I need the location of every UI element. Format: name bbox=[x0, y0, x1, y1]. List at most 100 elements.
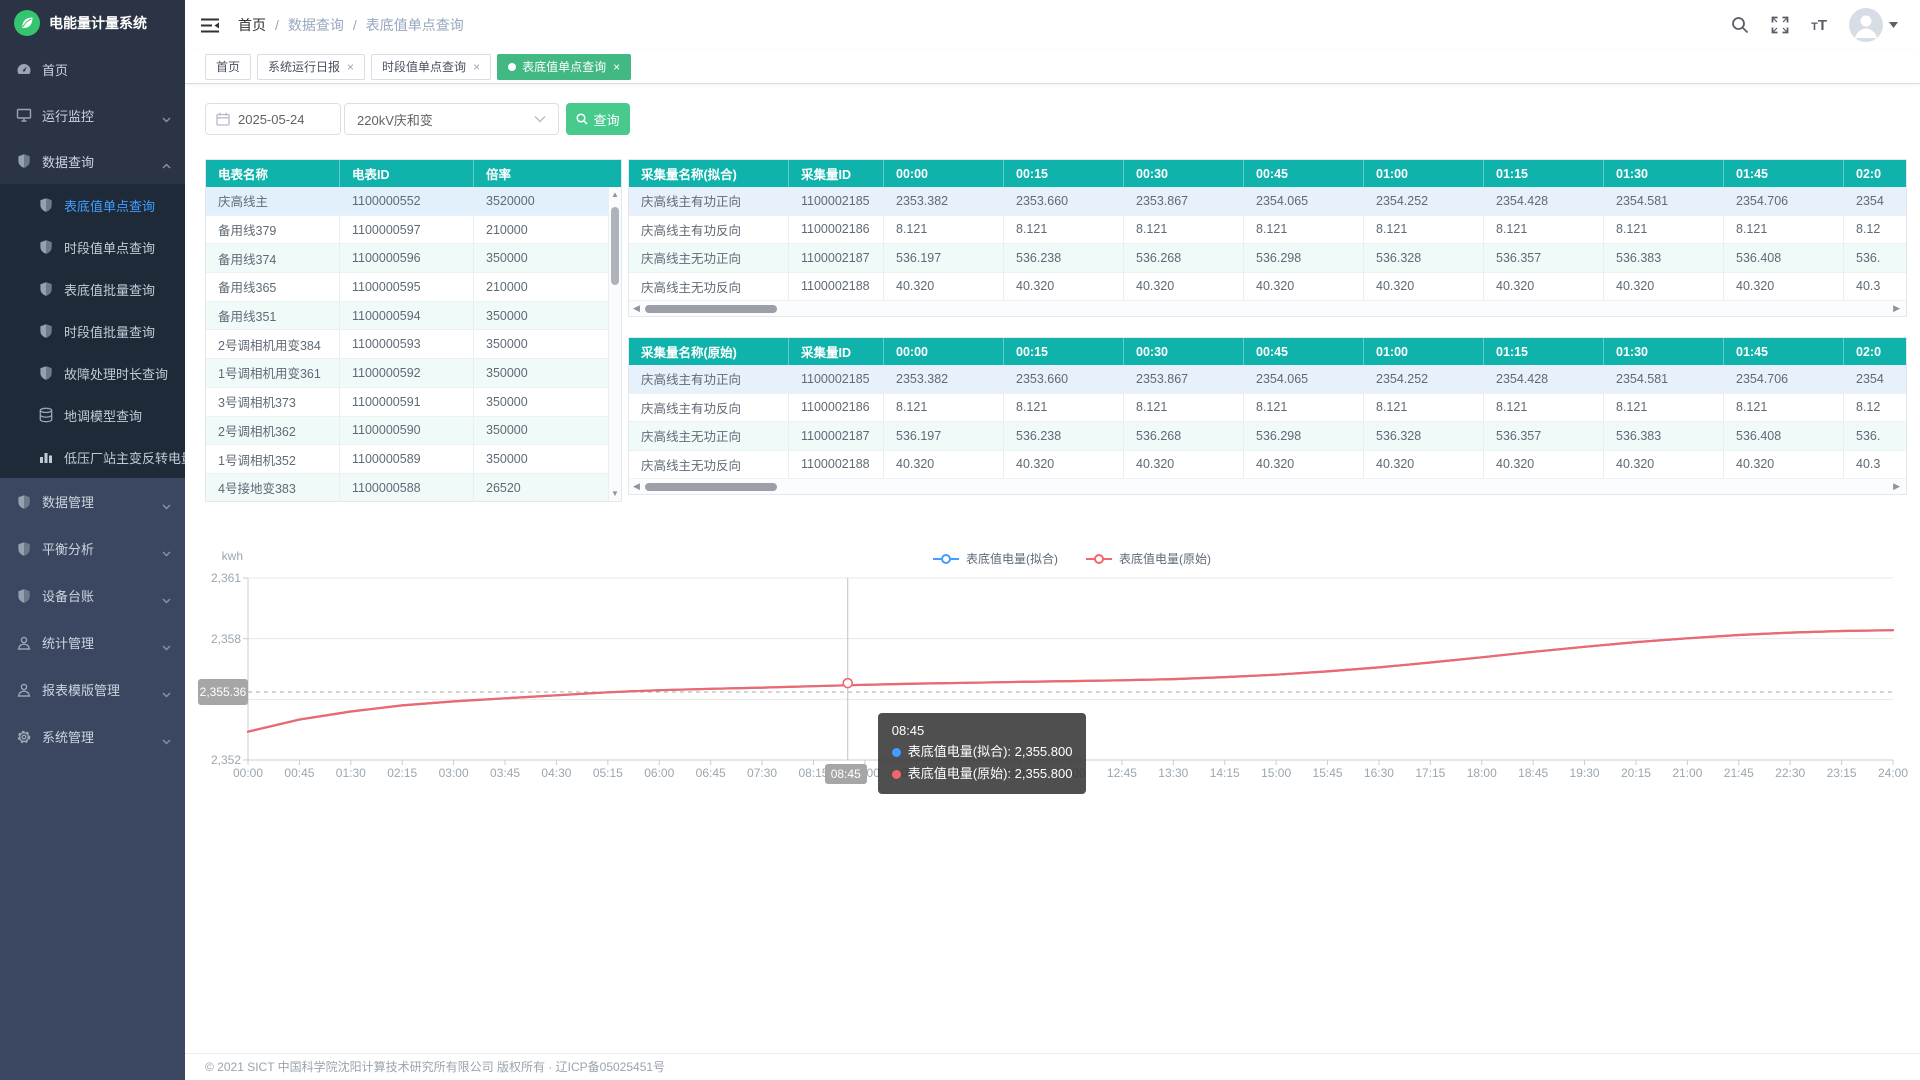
x-axis-tick-label: 15:00 bbox=[1254, 766, 1298, 780]
table-row[interactable]: 庆高线主无功正向1100002187536.197536.238536.2685… bbox=[629, 422, 1907, 451]
date-picker[interactable]: 2025-05-24 bbox=[205, 103, 341, 135]
tab-item[interactable]: 系统运行日报× bbox=[257, 54, 365, 80]
scroll-left-icon[interactable]: ◀ bbox=[633, 481, 640, 492]
tab-item[interactable]: 首页 bbox=[205, 54, 251, 80]
table-row[interactable]: 庆高线主有功正向11000021852353.3822353.6602353.8… bbox=[629, 187, 1907, 216]
breadcrumb-data-query[interactable]: 数据查询 bbox=[288, 17, 344, 33]
sidebar-item-label: 时段值批量查询 bbox=[64, 322, 155, 341]
sidebar-item[interactable]: 平衡分析 bbox=[0, 525, 185, 572]
table-row[interactable]: 2号调相机3621100000590350000 bbox=[206, 417, 621, 446]
station-select[interactable]: 220kV庆和变 bbox=[344, 103, 559, 135]
breadcrumb-home[interactable]: 首页 bbox=[238, 17, 266, 33]
shield-icon bbox=[38, 323, 54, 339]
table-cell: 40.320 bbox=[1004, 273, 1124, 301]
scrollbar-thumb[interactable] bbox=[645, 483, 777, 491]
shield-icon bbox=[16, 494, 32, 510]
table-row[interactable]: 庆高线主无功反向110000218840.32040.32040.32040.3… bbox=[629, 451, 1907, 480]
table-row[interactable]: 庆高线主无功反向110000218840.32040.32040.32040.3… bbox=[629, 273, 1907, 302]
sidebar-item[interactable]: 首页 bbox=[0, 46, 185, 92]
table-cell: 2号调相机用变384 bbox=[206, 330, 340, 358]
vertical-scrollbar[interactable]: ▲ ▼ bbox=[608, 187, 621, 501]
table-row[interactable]: 备用线3651100000595210000 bbox=[206, 273, 621, 302]
table-cell: 庆高线主有功反向 bbox=[629, 216, 789, 244]
table-cell: 备用线365 bbox=[206, 273, 340, 301]
sidebar-item[interactable]: 时段值批量查询 bbox=[0, 310, 185, 352]
table-cell: 1100002188 bbox=[789, 273, 884, 301]
sidebar-item[interactable]: 系统管理 bbox=[0, 713, 185, 760]
sidebar-item[interactable]: 表底值批量查询 bbox=[0, 268, 185, 310]
horizontal-scrollbar[interactable]: ◀▶ bbox=[629, 478, 1906, 494]
x-axis-tick-label: 19:30 bbox=[1563, 766, 1607, 780]
fullscreen-icon[interactable] bbox=[1771, 16, 1789, 34]
table-cell: 350000 bbox=[474, 388, 621, 416]
user-menu[interactable] bbox=[1849, 8, 1898, 42]
table-row[interactable]: 备用线3791100000597210000 bbox=[206, 216, 621, 245]
breadcrumb: 首页/数据查询/表底值单点查询 bbox=[238, 15, 464, 35]
scrollbar-thumb[interactable] bbox=[611, 207, 619, 285]
table-row[interactable]: 庆高线主有功正向11000021852353.3822353.6602353.8… bbox=[629, 365, 1907, 394]
scroll-left-icon[interactable]: ◀ bbox=[633, 303, 640, 314]
scrollbar-thumb[interactable] bbox=[645, 305, 777, 313]
sidebar-item[interactable]: 故障处理时长查询 bbox=[0, 352, 185, 394]
x-axis-tick-label: 17:15 bbox=[1408, 766, 1452, 780]
avatar[interactable] bbox=[1849, 8, 1883, 42]
table-row[interactable]: 1号调相机3521100000589350000 bbox=[206, 445, 621, 474]
legend-item[interactable]: 表底值电量(拟合) bbox=[933, 550, 1058, 567]
table-cell: 40.320 bbox=[1364, 273, 1484, 301]
table-row[interactable]: 4号接地变383110000058826520 bbox=[206, 474, 621, 502]
table-cell: 1100002187 bbox=[789, 244, 884, 272]
x-axis-tick-label: 03:00 bbox=[432, 766, 476, 780]
query-button-label: 查询 bbox=[593, 110, 619, 129]
sidebar-item[interactable]: 时段值单点查询 bbox=[0, 226, 185, 268]
tab-active[interactable]: 表底值单点查询 × bbox=[497, 54, 631, 80]
copyright-text: © 2021 SICT 中国科学院沈阳计算技术研究所有限公司 版权所有 · 辽I… bbox=[205, 1060, 665, 1074]
tab-item[interactable]: 时段值单点查询× bbox=[371, 54, 491, 80]
sidebar-item[interactable]: 数据查询 bbox=[0, 138, 185, 184]
sidebar-item-label: 故障处理时长查询 bbox=[64, 364, 168, 383]
font-size-icon[interactable]: TT bbox=[1811, 17, 1827, 34]
sidebar-item[interactable]: 低压厂站主变反转电量 bbox=[0, 436, 185, 478]
horizontal-scrollbar[interactable]: ◀▶ bbox=[629, 300, 1906, 316]
column-header: 采集量ID bbox=[789, 338, 884, 365]
close-icon[interactable]: × bbox=[613, 55, 620, 79]
app-logo[interactable]: 电能量计量系统 bbox=[0, 0, 185, 46]
sidebar-item[interactable]: 表底值单点查询 bbox=[0, 184, 185, 226]
legend-label: 表底值电量(原始) bbox=[1119, 550, 1211, 567]
search-icon[interactable] bbox=[1731, 16, 1749, 34]
table-cell: 2354.065 bbox=[1244, 365, 1364, 393]
table-row[interactable]: 3号调相机3731100000591350000 bbox=[206, 388, 621, 417]
scroll-right-icon[interactable]: ▶ bbox=[1893, 481, 1900, 492]
table-cell: 2354.252 bbox=[1364, 187, 1484, 215]
table-row[interactable]: 备用线3741100000596350000 bbox=[206, 244, 621, 273]
x-axis-tick-label: 16:30 bbox=[1357, 766, 1401, 780]
scroll-down-icon[interactable]: ▼ bbox=[609, 489, 621, 498]
column-header: 01:30 bbox=[1604, 160, 1724, 187]
sidebar-item[interactable]: 统计管理 bbox=[0, 619, 185, 666]
tab-label: 表底值单点查询 bbox=[522, 55, 606, 79]
column-header: 倍率 bbox=[474, 160, 621, 187]
sidebar-item[interactable]: 地调模型查询 bbox=[0, 394, 185, 436]
x-axis-tick-label: 06:45 bbox=[689, 766, 733, 780]
sidebar-item[interactable]: 数据管理 bbox=[0, 478, 185, 525]
sidebar-item[interactable]: 运行监控 bbox=[0, 92, 185, 138]
table-row[interactable]: 庆高线主有功反向11000021868.1218.1218.1218.1218.… bbox=[629, 216, 1907, 245]
table-row[interactable]: 2号调相机用变3841100000593350000 bbox=[206, 330, 621, 359]
table-row[interactable]: 庆高线主11000005523520000 bbox=[206, 187, 621, 216]
table-row[interactable]: 备用线3511100000594350000 bbox=[206, 302, 621, 331]
hamburger-icon[interactable] bbox=[200, 17, 220, 34]
close-icon[interactable]: × bbox=[473, 55, 480, 79]
sidebar-item[interactable]: 报表模版管理 bbox=[0, 666, 185, 713]
table-cell: 40.320 bbox=[1604, 451, 1724, 479]
table-row[interactable]: 庆高线主无功正向1100002187536.197536.238536.2685… bbox=[629, 244, 1907, 273]
scroll-right-icon[interactable]: ▶ bbox=[1893, 303, 1900, 314]
scroll-up-icon[interactable]: ▲ bbox=[609, 190, 621, 199]
sidebar-item-label: 地调模型查询 bbox=[64, 406, 142, 425]
sidebar-item[interactable]: 设备台账 bbox=[0, 572, 185, 619]
legend-item[interactable]: 表底值电量(原始) bbox=[1086, 550, 1211, 567]
table-row[interactable]: 庆高线主有功反向11000021868.1218.1218.1218.1218.… bbox=[629, 394, 1907, 423]
table-row[interactable]: 1号调相机用变3611100000592350000 bbox=[206, 359, 621, 388]
query-button[interactable]: 查询 bbox=[566, 103, 630, 135]
close-icon[interactable]: × bbox=[347, 55, 354, 79]
table-cell: 40.320 bbox=[1484, 451, 1604, 479]
table-cell: 2353.867 bbox=[1124, 365, 1244, 393]
